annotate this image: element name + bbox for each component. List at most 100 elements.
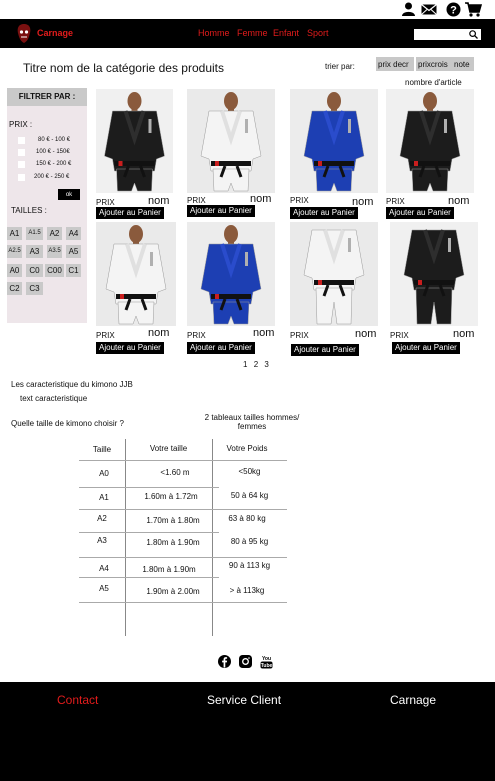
add-to-cart-button[interactable]: Ajouter au Panier	[187, 205, 255, 217]
product-image[interactable]	[187, 89, 275, 193]
instagram-icon[interactable]	[239, 655, 252, 668]
table-header: Votre taille	[149, 444, 188, 453]
footer-brand-link[interactable]: Carnage	[390, 693, 436, 707]
table-header: Votre Poids	[226, 444, 268, 453]
brand-logo[interactable]	[16, 23, 32, 44]
table-cell: 1.80m à 1.90m	[142, 565, 196, 574]
add-to-cart-button[interactable]: Ajouter au Panier	[290, 207, 358, 219]
product-card[interactable]: PRIX nom Ajouter au Panier	[290, 222, 378, 358]
price-checkbox[interactable]	[18, 149, 25, 156]
product-image[interactable]	[96, 89, 173, 193]
sort-rating-button[interactable]: note	[452, 57, 474, 71]
product-image[interactable]	[96, 222, 176, 326]
page-link[interactable]: 3	[264, 360, 268, 369]
product-price: PRIX	[290, 196, 309, 205]
add-to-cart-button[interactable]: Ajouter au Panier	[96, 207, 164, 219]
table-cell: A1	[99, 493, 109, 502]
product-name[interactable]: nom	[448, 195, 469, 207]
nav-link-femme[interactable]: Femme	[237, 28, 268, 38]
product-card[interactable]: PRIX nom Ajouter au Panier	[187, 89, 275, 219]
size-chip[interactable]: A2	[47, 227, 62, 240]
product-name[interactable]: nom	[355, 328, 376, 340]
add-to-cart-button[interactable]: Ajouter au Panier	[187, 342, 255, 354]
size-chip[interactable]: C00	[45, 264, 64, 277]
price-checkbox[interactable]	[18, 137, 25, 144]
add-to-cart-button[interactable]: Ajouter au Panier	[392, 342, 460, 354]
size-filter-label: TAILLES :	[11, 206, 47, 215]
size-chip[interactable]: A3.5	[47, 245, 62, 258]
product-price: PRIX	[187, 196, 206, 205]
price-filter-label: PRIX :	[9, 120, 33, 129]
product-image[interactable]	[386, 89, 474, 193]
size-chip[interactable]: A4	[66, 227, 81, 240]
product-price: PRIX	[187, 331, 206, 340]
product-image[interactable]	[290, 89, 378, 193]
table-cell: <1.60 m	[160, 468, 190, 477]
price-checkbox[interactable]	[18, 174, 25, 181]
product-card[interactable]: PRIX nom Ajouter au Panier	[386, 89, 474, 221]
table-cell: A0	[99, 469, 109, 478]
table-cell: <50kg	[238, 467, 261, 476]
sort-price-asc-button[interactable]: prixcrois	[416, 57, 452, 71]
product-card[interactable]: PRIX nom Ajouter au Panier	[187, 222, 275, 356]
sort-label: trier par:	[325, 62, 355, 71]
table-cell: 1.60m à 1.72m	[144, 492, 198, 501]
add-to-cart-button[interactable]: Ajouter au Panier	[96, 342, 164, 354]
size-chip[interactable]: A5	[66, 245, 81, 258]
size-chip[interactable]: A0	[7, 264, 22, 277]
product-image[interactable]	[290, 222, 378, 326]
facebook-icon[interactable]	[218, 655, 231, 668]
size-chip[interactable]: A1.5	[26, 227, 43, 240]
account-icon[interactable]	[401, 2, 416, 17]
nav-link-homme[interactable]: Homme	[198, 28, 230, 38]
product-name[interactable]: nom	[148, 195, 169, 207]
page-link[interactable]: 2	[254, 360, 258, 369]
size-chip[interactable]: C3	[26, 282, 43, 295]
size-question: Quelle taille de kimono choisir ?	[11, 419, 124, 428]
table-cell: A4	[99, 564, 109, 573]
filter-panel: FILTRER PAR : PRIX : 80 € - 100 € 100 € …	[7, 88, 87, 323]
add-to-cart-button[interactable]: Ajouter au Panier	[386, 207, 454, 219]
price-option[interactable]: 200 € - 250 €	[18, 173, 84, 183]
size-chip[interactable]: C2	[7, 282, 22, 295]
size-chip[interactable]: C0	[26, 264, 43, 277]
price-option[interactable]: 100 € - 150€	[18, 148, 84, 158]
size-chip[interactable]: C1	[66, 264, 81, 277]
nav-link-enfant[interactable]: Enfant	[273, 28, 299, 38]
mail-icon[interactable]	[421, 2, 437, 17]
size-table: Taille Votre taille Votre Poids A0 <1.60…	[79, 439, 287, 636]
sort-price-desc-button[interactable]: prix decr	[376, 57, 414, 71]
brand-name[interactable]: Carnage	[37, 28, 73, 38]
product-card[interactable]: PRIX nom Ajouter au Panier	[390, 222, 478, 356]
price-option[interactable]: 150 € - 200 €	[18, 160, 84, 170]
add-to-cart-button[interactable]: Ajouter au Panier	[291, 344, 359, 356]
product-name[interactable]: nom	[453, 328, 474, 340]
product-name[interactable]: nom	[148, 327, 169, 339]
product-card[interactable]: PRIX nom Ajouter au Panier	[290, 89, 378, 221]
page-link[interactable]: 1	[243, 360, 247, 369]
price-checkbox[interactable]	[18, 161, 25, 168]
size-chip[interactable]: A2.5	[7, 245, 22, 258]
nav-link-sport[interactable]: Sport	[307, 28, 329, 38]
product-card[interactable]: PRIX nom Ajouter au Panier	[96, 222, 176, 356]
table-row-divider	[79, 602, 287, 603]
youtube-icon[interactable]: You Tube	[260, 655, 273, 669]
footer-contact-link[interactable]: Contact	[57, 693, 98, 707]
help-icon[interactable]: ?	[446, 2, 461, 17]
size-chip[interactable]: A1	[7, 227, 22, 240]
characteristics-title: Les caracteristique du kimono JJB	[11, 380, 133, 389]
table-row-divider	[79, 532, 219, 533]
product-name[interactable]: nom	[253, 327, 274, 339]
product-name[interactable]: nom	[250, 193, 271, 205]
size-chip[interactable]: A3	[26, 245, 43, 258]
price-option[interactable]: 80 € - 100 €	[18, 136, 84, 146]
product-image[interactable]	[390, 222, 478, 326]
product-card[interactable]: PRIX nom Ajouter au Panier	[96, 89, 173, 221]
cart-icon[interactable]	[465, 2, 482, 17]
svg-text:Tube: Tube	[261, 663, 273, 669]
filter-ok-button[interactable]: ok	[58, 189, 80, 200]
footer-service-link[interactable]: Service Client	[207, 693, 281, 707]
product-image[interactable]	[187, 222, 275, 326]
search-icon[interactable]	[469, 30, 478, 39]
table-cell: 63 à 80 kg	[228, 514, 266, 523]
